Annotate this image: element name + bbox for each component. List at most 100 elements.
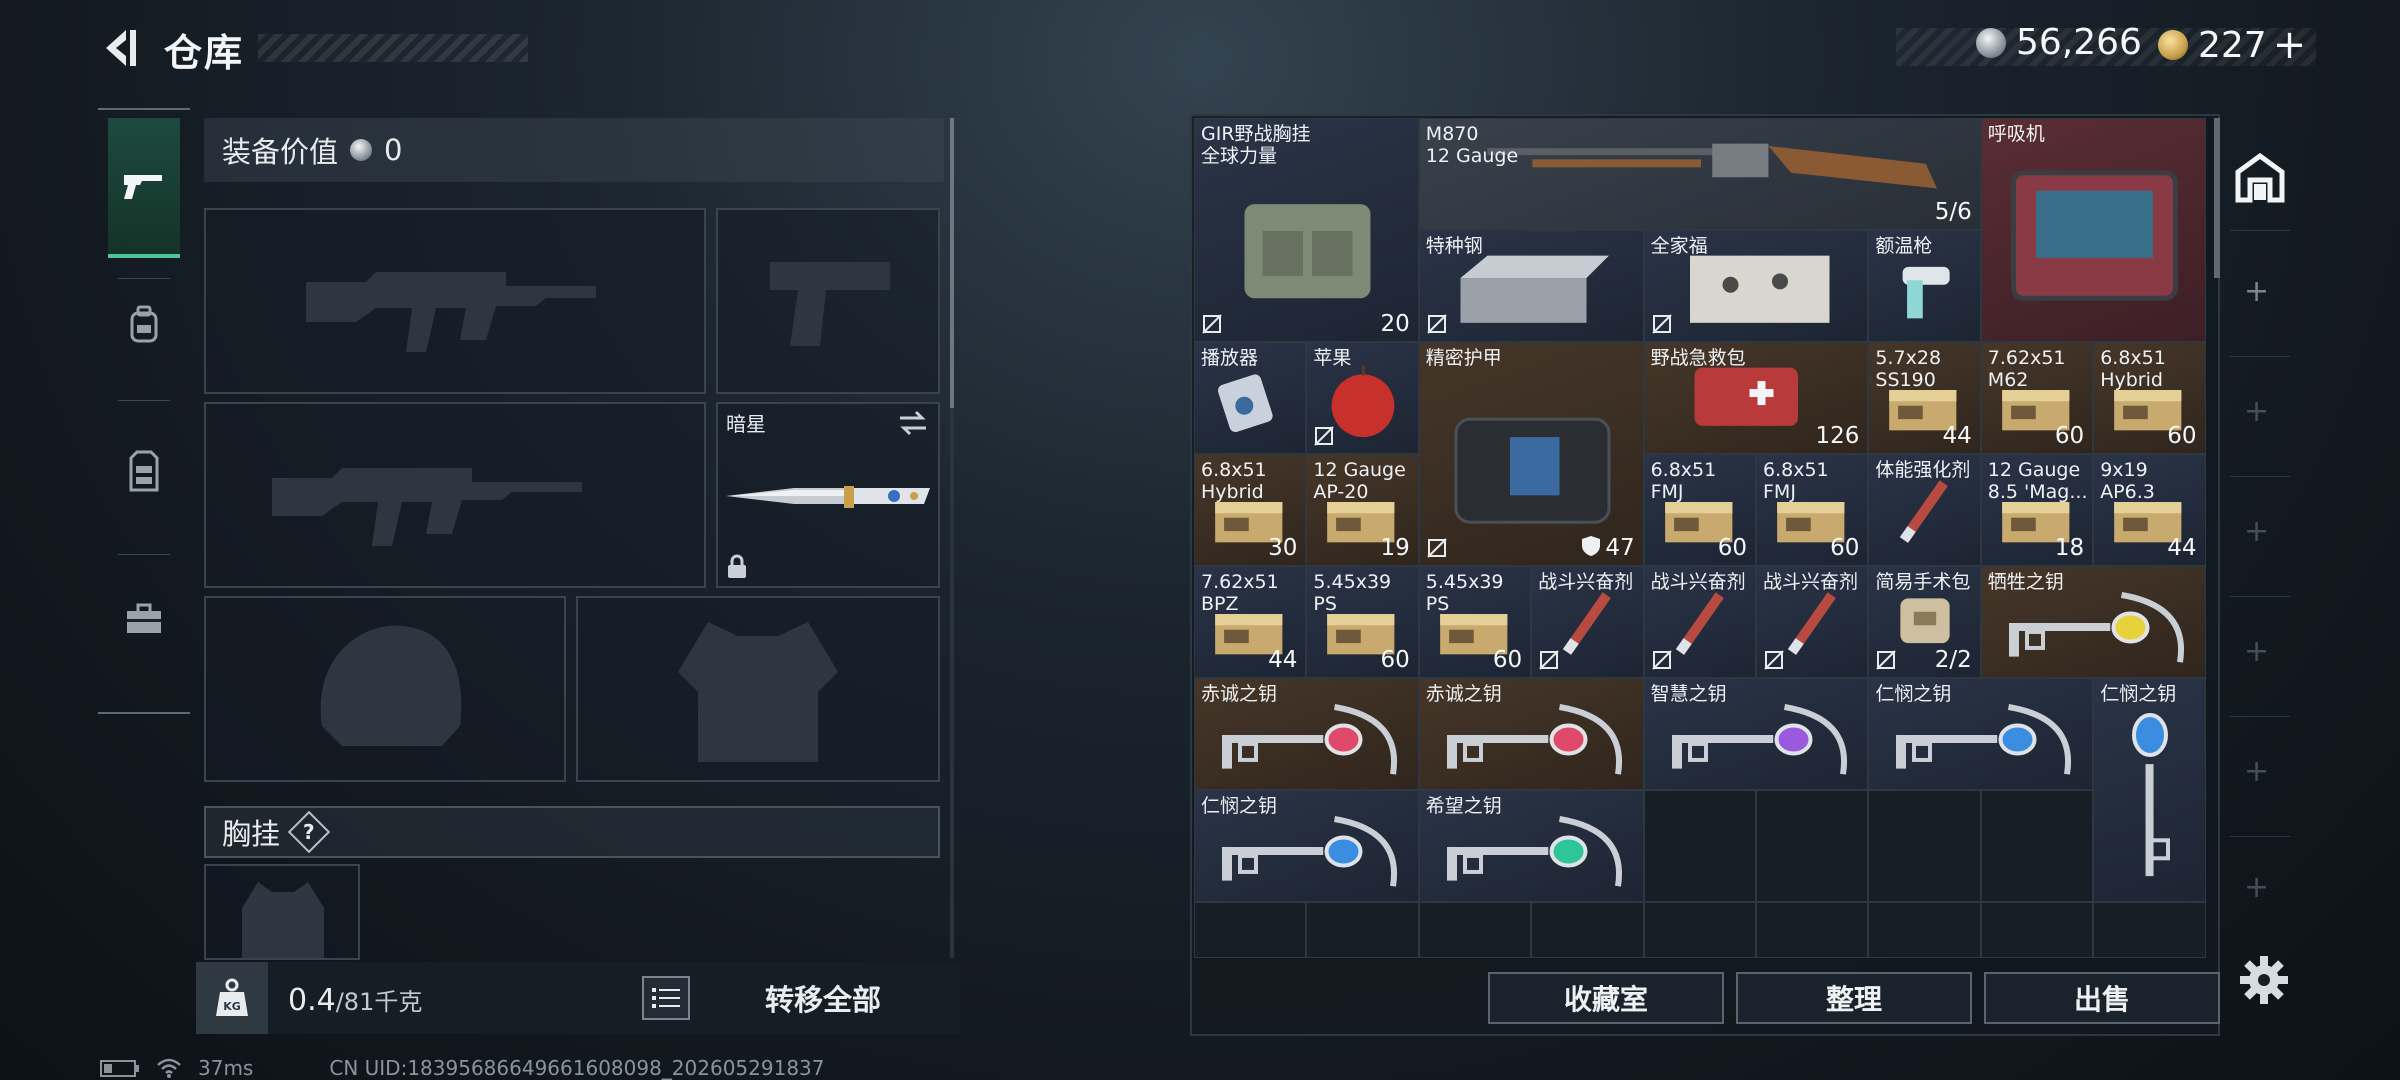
stash-home-icon[interactable] [2232, 150, 2288, 206]
empty-slot[interactable] [2093, 902, 2206, 958]
settings-gear-icon[interactable] [2238, 954, 2290, 1006]
item-name: 精密护甲 [1425, 347, 1502, 369]
secondary-weapon-slot[interactable] [204, 402, 706, 588]
item-name: 6.8x51 FMJ [1763, 459, 1829, 503]
empty-slot[interactable] [1418, 902, 1532, 958]
swap-icon[interactable] [898, 410, 928, 436]
empty-slot[interactable] [1756, 902, 1869, 958]
transfer-all-button[interactable]: 转移全部 [700, 972, 946, 1024]
stash-item[interactable]: 特种钢 [1418, 230, 1644, 342]
melee-slot[interactable]: 暗星 [716, 402, 940, 588]
stash-item[interactable]: 赤诚之钥 [1194, 678, 1419, 790]
stash-item[interactable]: 全家福 [1643, 230, 1869, 342]
stash-item[interactable]: 7.62x51 BPZ 44 [1194, 566, 1307, 678]
stash-item[interactable]: 6.8x51 Hybrid 60 [2093, 342, 2206, 454]
stash-item[interactable]: 赤诚之钥 [1418, 678, 1644, 790]
vest-slot[interactable] [204, 864, 360, 960]
organize-button[interactable]: 整理 [1736, 972, 1972, 1024]
stash-item[interactable]: 战斗兴奋剂 [1643, 566, 1756, 678]
empty-slot[interactable] [1868, 902, 1981, 958]
list-icon [652, 988, 680, 1008]
stash-item[interactable]: 野战急救包 126 [1643, 342, 1869, 454]
add-gold-icon[interactable]: + [2273, 22, 2307, 68]
gold-currency[interactable]: 227 + [2158, 22, 2306, 68]
add-stash-page-icon[interactable]: + [2244, 754, 2269, 789]
item-count: 60 [1380, 647, 1410, 673]
gold-amount: 227 [2198, 24, 2267, 66]
stash-item[interactable]: 12 Gauge 8.5 'Mag... 18 [1980, 454, 2094, 566]
help-icon[interactable]: ? [287, 810, 331, 854]
stash-item[interactable]: 精密护甲 47 [1418, 342, 1644, 566]
stash-item[interactable]: 播放器 [1194, 342, 1307, 454]
empty-slot[interactable] [1531, 902, 1644, 958]
stash-item[interactable]: 仁悯之钥 [1194, 790, 1419, 902]
stash-item[interactable]: 5.7x28 SS190 44 [1868, 342, 1981, 454]
tab-vest[interactable] [108, 416, 180, 526]
shield-icon [1581, 536, 1600, 556]
tab-weapons[interactable] [108, 118, 180, 258]
stash-item[interactable]: 希望之钥 [1418, 790, 1644, 902]
stash-item[interactable]: 6.8x51 FMJ 60 [1643, 454, 1756, 566]
stash-item[interactable]: 9x19 AP6.3 44 [2093, 454, 2206, 566]
add-stash-page-icon[interactable]: + [2244, 514, 2269, 549]
stash-item[interactable]: 12 Gauge AP-20 19 [1306, 454, 1419, 566]
stash-item[interactable]: 额温枪 [1868, 230, 1981, 342]
stash-item[interactable]: 智慧之钥 [1643, 678, 1869, 790]
empty-slot[interactable] [1980, 902, 2094, 958]
empty-slot[interactable] [1194, 902, 1307, 958]
empty-slot[interactable] [1756, 790, 1869, 902]
tab-case[interactable] [108, 564, 180, 674]
back-button[interactable] [98, 24, 142, 72]
primary-weapon-slot[interactable] [204, 208, 706, 394]
add-stash-page-icon[interactable]: + [2244, 274, 2269, 309]
empty-slot[interactable] [1643, 790, 1756, 902]
item-count: 5/6 [1934, 199, 1972, 225]
item-name: 赤诚之钥 [1201, 683, 1278, 705]
item-count: 60 [1830, 535, 1860, 561]
stash-item[interactable]: 牺牲之钥 [1980, 566, 2206, 678]
item-name: 仁悯之钥 [1201, 795, 1278, 817]
gun-icon [124, 175, 162, 199]
stash-item[interactable]: M870 12 Gauge 5/6 [1418, 118, 1981, 230]
stash-item[interactable]: 仁悯之钥 [1868, 678, 2094, 790]
item-name: 智慧之钥 [1650, 683, 1727, 705]
item-name: 12 Gauge 8.5 'Mag... [1987, 459, 2088, 503]
list-view-button[interactable] [642, 976, 690, 1020]
stash-item[interactable]: 战斗兴奋剂 [1756, 566, 1869, 678]
item-name: 特种钢 [1425, 235, 1483, 257]
tab-backpack[interactable] [108, 270, 180, 380]
stash-item[interactable]: 6.8x51 Hybrid 30 [1194, 454, 1307, 566]
loadout-scroll-thumb[interactable] [950, 118, 954, 408]
add-stash-page-icon[interactable]: + [2244, 394, 2269, 429]
empty-slot[interactable] [1868, 790, 1981, 902]
empty-slot[interactable] [1306, 902, 1419, 958]
collection-room-button[interactable]: 收藏室 [1488, 972, 1724, 1024]
stash-item[interactable]: 7.62x51 M62 60 [1980, 342, 2094, 454]
item-count: 20 [1380, 311, 1410, 337]
stash-item[interactable]: GIR野战胸挂 全球力量 20 [1194, 118, 1419, 342]
stash-item[interactable]: 5.45x39 PS 60 [1306, 566, 1419, 678]
armor-slot[interactable] [576, 596, 940, 782]
stash-item[interactable]: 简易手术包 2/2 [1868, 566, 1981, 678]
stash-item[interactable]: 呼吸机 [1980, 118, 2206, 342]
silver-coin-icon [350, 139, 373, 161]
stash-item[interactable]: 仁悯之钥 [2093, 678, 2206, 902]
stash-item[interactable]: 苹果 [1306, 342, 1419, 454]
item-name: 简易手术包 [1875, 571, 1971, 593]
helmet-slot[interactable] [204, 596, 566, 782]
stash-item[interactable]: 体能强化剂 [1868, 454, 1981, 566]
stash-scrollbar[interactable] [2214, 118, 2220, 278]
add-stash-page-icon[interactable]: + [2244, 870, 2269, 905]
item-name: 仁悯之钥 [2100, 683, 2177, 705]
page-title: 仓库 [164, 31, 245, 75]
sell-button[interactable]: 出售 [1984, 972, 2220, 1024]
empty-slot[interactable] [1980, 790, 2094, 902]
stash-item[interactable]: 战斗兴奋剂 [1531, 566, 1644, 678]
empty-slot[interactable] [1643, 902, 1756, 958]
add-stash-page-icon[interactable]: + [2244, 634, 2269, 669]
item-name: 仁悯之钥 [1875, 683, 1952, 705]
stash-item[interactable]: 6.8x51 FMJ 60 [1756, 454, 1869, 566]
pistol-slot[interactable] [716, 208, 940, 394]
untradeable-icon [1764, 650, 1784, 670]
stash-item[interactable]: 5.45x39 PS 60 [1418, 566, 1532, 678]
